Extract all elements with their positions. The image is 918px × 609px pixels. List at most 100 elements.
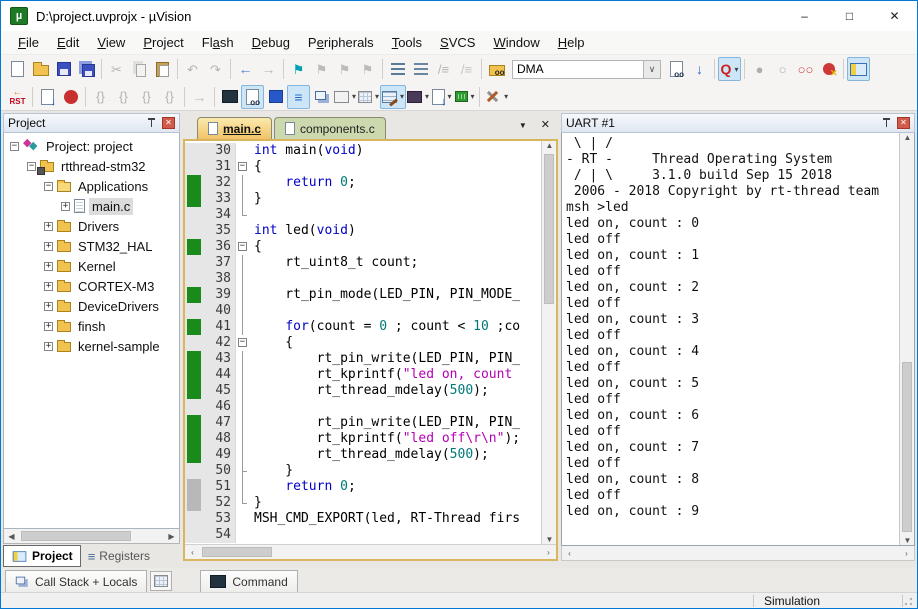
pin-icon[interactable] <box>147 117 156 129</box>
comment-button[interactable]: /≡ <box>432 57 455 81</box>
menu-peripherals[interactable]: Peripherals <box>299 32 383 54</box>
disable-all-breakpoints-button[interactable]: ○○ <box>794 57 817 81</box>
step-button[interactable]: {} <box>89 85 112 109</box>
fold-collapse-icon[interactable]: − <box>238 242 247 251</box>
code-editor[interactable]: 30int main(void)31−{32 return 0;33}3435i… <box>183 139 558 561</box>
command-window-button[interactable] <box>218 85 241 109</box>
paste-button[interactable] <box>151 57 174 81</box>
menu-edit[interactable]: Edit <box>48 32 88 54</box>
bottom-tab-registers[interactable]: ≡Registers <box>81 545 157 567</box>
next-bookmark-button[interactable]: ⚑ <box>310 57 333 81</box>
scroll-left-icon[interactable]: ◀ <box>4 532 19 541</box>
enable-breakpoint-button[interactable]: ○ <box>771 57 794 81</box>
dropdown-arrow-icon[interactable]: ▾ <box>734 65 738 74</box>
scroll-left-icon[interactable]: ‹ <box>562 549 577 558</box>
editor-horizontal-scrollbar[interactable]: ‹ › <box>185 544 556 559</box>
scroll-thumb[interactable] <box>902 362 912 532</box>
redo-button[interactable]: ↷ <box>204 57 227 81</box>
tree-item-cortex-m3[interactable]: +CORTEX-M3 <box>4 276 179 296</box>
tree-expander-icon[interactable]: + <box>44 282 53 291</box>
run-button[interactable] <box>36 85 59 109</box>
menu-help[interactable]: Help <box>549 32 594 54</box>
tree-expander-icon[interactable]: + <box>44 302 53 311</box>
minimize-button[interactable]: – <box>782 2 827 31</box>
tree-expander-icon[interactable]: + <box>44 262 53 271</box>
uncomment-button[interactable]: /≡ <box>455 57 478 81</box>
fold-collapse-icon[interactable]: − <box>238 162 247 171</box>
tree-item-applications[interactable]: −Applications <box>4 176 179 196</box>
tree-expander-icon[interactable]: − <box>10 142 19 151</box>
close-button[interactable]: ✕ <box>872 2 917 31</box>
search-input[interactable] <box>512 60 644 79</box>
pin-icon[interactable] <box>882 117 891 129</box>
scroll-down-icon[interactable]: ▼ <box>900 536 915 545</box>
close-panel-icon[interactable]: ✕ <box>162 117 175 129</box>
dropdown-arrow-icon[interactable]: ▾ <box>352 92 356 101</box>
tree-item-project-project[interactable]: −Project: project <box>4 136 179 156</box>
show-next-statement-button[interactable]: → <box>188 85 211 109</box>
menu-file[interactable]: File <box>9 32 48 54</box>
editor-vertical-scrollbar[interactable]: ▲ ▼ <box>541 141 556 544</box>
serial-uart-button[interactable]: ▾ <box>380 85 406 109</box>
dropdown-arrow-icon[interactable]: ▾ <box>471 92 475 101</box>
memory-windows-button[interactable]: ▾ <box>357 85 380 109</box>
grid-window-button[interactable] <box>150 571 172 591</box>
insert-breakpoint-button[interactable]: ● <box>748 57 771 81</box>
serial-windows-button[interactable]: ≡ <box>287 85 310 109</box>
stop-button[interactable] <box>59 85 82 109</box>
system-viewer-button[interactable]: ▾ <box>430 85 453 109</box>
dropdown-arrow-icon[interactable]: ▾ <box>425 92 429 101</box>
menu-project[interactable]: Project <box>134 32 192 54</box>
reset-button[interactable]: RST <box>6 85 29 109</box>
scroll-right-icon[interactable]: ▶ <box>164 532 179 541</box>
uart-terminal[interactable]: \ | /- RT - Thread Operating System / | … <box>561 133 915 546</box>
tree-expander-icon[interactable]: + <box>61 202 70 211</box>
tree-item-drivers[interactable]: +Drivers <box>4 216 179 236</box>
resize-grip[interactable] <box>903 595 917 607</box>
project-horizontal-scrollbar[interactable]: ◀ ▶ <box>3 529 180 544</box>
navigate-back-button[interactable]: ← <box>234 57 257 81</box>
logic-analyzer-button[interactable]: ▾ <box>406 85 430 109</box>
code-text[interactable]: 30int main(void)31−{32 return 0;33}3435i… <box>185 141 541 544</box>
tree-item-main-c[interactable]: +main.c <box>4 196 179 216</box>
dropdown-arrow-icon[interactable]: ▾ <box>504 92 508 101</box>
kill-all-breakpoints-button[interactable] <box>817 57 840 81</box>
open-file-button[interactable] <box>29 57 52 81</box>
bottom-tab-project[interactable]: Project <box>3 545 81 567</box>
menu-view[interactable]: View <box>88 32 134 54</box>
step-out-button[interactable]: {} <box>135 85 158 109</box>
scroll-up-icon[interactable]: ▲ <box>900 133 915 142</box>
scroll-thumb[interactable] <box>544 154 554 304</box>
fold-collapse-icon[interactable]: − <box>238 338 247 347</box>
tree-expander-icon[interactable]: + <box>44 242 53 251</box>
tree-expander-icon[interactable]: + <box>44 342 53 351</box>
tab-list-icon[interactable]: ▼ <box>519 121 527 131</box>
menu-window[interactable]: Window <box>484 32 548 54</box>
scroll-left-icon[interactable]: ‹ <box>185 548 200 557</box>
scroll-right-icon[interactable]: › <box>541 548 556 557</box>
toggle-bookmark-button[interactable]: ⚑ <box>287 57 310 81</box>
configuration-button[interactable] <box>847 57 870 81</box>
prev-bookmark-button[interactable]: ⚑ <box>333 57 356 81</box>
tree-item-rtthread-stm32[interactable]: −rtthread-stm32 <box>4 156 179 176</box>
tree-item-stm32-hal[interactable]: +STM32_HAL <box>4 236 179 256</box>
scroll-right-icon[interactable]: › <box>899 549 914 558</box>
scroll-down-icon[interactable]: ▼ <box>542 535 556 544</box>
scroll-thumb[interactable] <box>21 531 131 541</box>
indent-button[interactable] <box>386 57 409 81</box>
disassembly-window-button[interactable] <box>241 85 264 109</box>
menu-svcs[interactable]: SVCS <box>431 32 484 54</box>
scroll-up-icon[interactable]: ▲ <box>542 141 556 150</box>
navigate-forward-button[interactable]: → <box>257 57 280 81</box>
tree-expander-icon[interactable]: + <box>44 322 53 331</box>
dropdown-arrow-icon[interactable]: ▾ <box>375 92 379 101</box>
cut-button[interactable]: ✂ <box>105 57 128 81</box>
tree-item-kernel[interactable]: +Kernel <box>4 256 179 276</box>
find-in-files-button[interactable] <box>485 57 508 81</box>
watch-windows-button[interactable]: ▾ <box>333 85 357 109</box>
symbol-window-button[interactable] <box>264 85 287 109</box>
combo-dropdown-icon[interactable]: ∨ <box>644 60 661 79</box>
step-over-button[interactable]: {} <box>112 85 135 109</box>
undo-button[interactable]: ↶ <box>181 57 204 81</box>
uart-horizontal-scrollbar[interactable]: ‹ › <box>561 546 915 561</box>
